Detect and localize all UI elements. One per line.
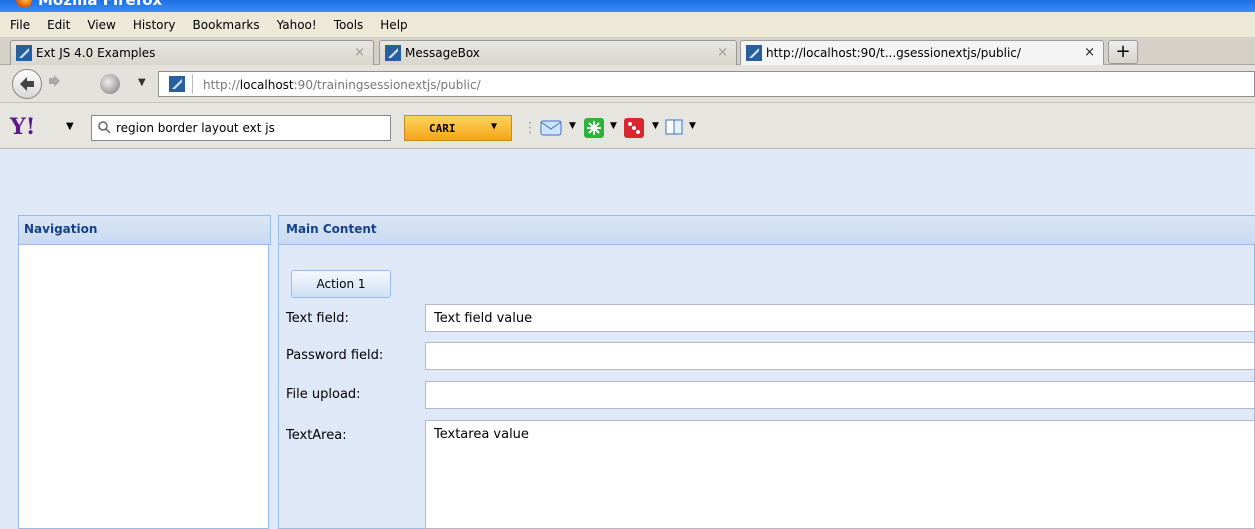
games-dropdown-icon[interactable]: ▼	[652, 121, 659, 131]
menu-file[interactable]: File	[10, 18, 30, 32]
action-1-button[interactable]: Action 1	[291, 270, 391, 298]
url-separator	[192, 74, 193, 94]
navigation-panel: Navigation	[18, 215, 271, 529]
main-content-panel-header[interactable]: Main Content	[278, 215, 1255, 245]
yahoo-menu-dropdown-icon[interactable]: ▼	[66, 121, 74, 132]
tab-label: MessageBox	[405, 46, 480, 60]
firefox-logo-icon	[16, 0, 32, 8]
tab-extjs-examples[interactable]: Ext JS 4.0 Examples ×	[10, 40, 374, 66]
tab-localhost-active[interactable]: http://localhost:90/t...gsessionextjs/pu…	[740, 40, 1104, 67]
messenger-dropdown-icon[interactable]: ▼	[610, 121, 617, 131]
tab-strip: Ext JS 4.0 Examples × MessageBox × http:…	[0, 37, 1255, 67]
tab-close-icon[interactable]: ×	[354, 45, 365, 60]
extjs-favicon-icon	[385, 45, 401, 61]
tab-messagebox[interactable]: MessageBox ×	[379, 40, 737, 66]
text-field-label: Text field:	[286, 311, 349, 326]
mail-icon[interactable]	[540, 118, 562, 138]
forward-button[interactable]	[44, 74, 66, 94]
yahoo-search-input[interactable]	[116, 118, 386, 138]
search-icon	[98, 121, 111, 134]
back-arrow-icon	[20, 77, 34, 91]
url-bar[interactable]: http://localhost:90/trainingsessionextjs…	[158, 71, 1255, 97]
yahoo-logo-icon[interactable]: Y!	[10, 114, 35, 140]
password-field-input[interactable]	[425, 342, 1255, 370]
password-field-label: Password field:	[286, 348, 384, 363]
mail-dropdown-icon[interactable]: ▼	[569, 121, 576, 131]
menu-edit[interactable]: Edit	[47, 18, 70, 32]
tab-label: Ext JS 4.0 Examples	[36, 46, 156, 60]
tab-close-icon[interactable]: ×	[1084, 45, 1095, 60]
messenger-star-icon[interactable]	[584, 118, 604, 138]
back-button[interactable]	[12, 69, 42, 99]
navigation-panel-title: Navigation	[24, 222, 98, 236]
window-title: Mozilla Firefox	[38, 0, 163, 9]
bookmarks-dropdown-icon[interactable]: ▼	[689, 121, 696, 131]
menu-yahoo[interactable]: Yahoo!	[277, 18, 317, 32]
search-button-dropdown-icon[interactable]: ▼	[491, 121, 497, 132]
tab-label: http://localhost:90/t...gsessionextjs/pu…	[766, 46, 1021, 60]
tab-close-icon[interactable]: ×	[717, 45, 728, 60]
new-tab-button[interactable]: +	[1108, 40, 1138, 64]
main-content-panel-title: Main Content	[286, 222, 377, 236]
window-titlebar: Mozilla Firefox	[0, 0, 1255, 12]
search-cari-button[interactable]: CARI ▼	[404, 115, 512, 141]
menu-bookmarks[interactable]: Bookmarks	[193, 18, 260, 32]
forward-arrow-icon	[49, 75, 60, 87]
games-dice-icon[interactable]	[624, 118, 644, 138]
yahoo-search-box[interactable]	[91, 115, 391, 141]
textarea-input[interactable]: Textarea value	[425, 420, 1255, 529]
search-button-label: CARI	[429, 122, 456, 135]
url-host: localhost	[239, 78, 294, 92]
file-upload-input[interactable]	[425, 381, 1255, 409]
url-path: :90/trainingsessionextjs/public/	[293, 78, 481, 92]
site-identity-icon[interactable]	[100, 74, 120, 94]
text-field-input[interactable]	[425, 304, 1255, 332]
url-prefix: http://	[203, 78, 240, 92]
textarea-label: TextArea:	[286, 428, 347, 443]
menu-tools[interactable]: Tools	[334, 18, 364, 32]
menu-help[interactable]: Help	[380, 18, 407, 32]
file-upload-label: File upload:	[286, 387, 361, 402]
menu-view[interactable]: View	[87, 18, 115, 32]
toolbar-separator-icon: ⋮	[523, 120, 537, 136]
menu-history[interactable]: History	[133, 18, 176, 32]
extjs-favicon-icon	[16, 45, 32, 61]
extjs-favicon-icon	[169, 76, 185, 92]
bookmarks-book-icon[interactable]	[664, 117, 684, 137]
menu-bar: File Edit View History Bookmarks Yahoo! …	[0, 12, 1255, 37]
navigation-panel-header[interactable]: Navigation	[18, 215, 271, 245]
url-text[interactable]: http://localhost:90/trainingsessionextjs…	[203, 78, 481, 92]
extjs-favicon-icon	[746, 45, 762, 61]
history-dropdown-icon[interactable]: ▼	[138, 77, 146, 88]
